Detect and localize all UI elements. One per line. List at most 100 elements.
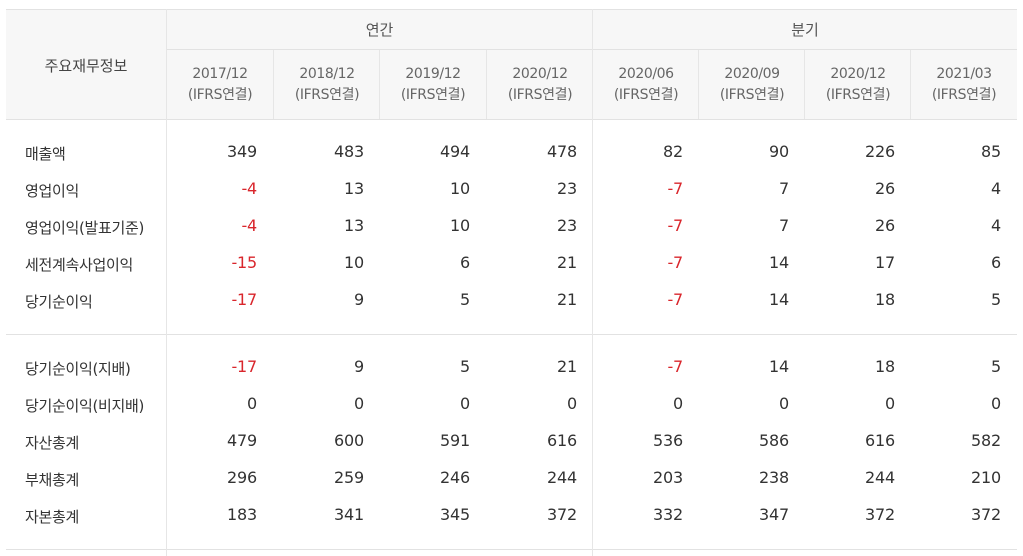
header-col-divider (910, 50, 911, 119)
table-cell: 23 (557, 179, 577, 198)
table-cell: 82 (663, 142, 683, 161)
table-cell: 372 (971, 505, 1001, 524)
table-cell: 85 (981, 142, 1001, 161)
row-label: 부채총계 (25, 471, 80, 489)
table-cell: 13 (344, 216, 364, 235)
header-col-divider (273, 50, 274, 119)
table-cell: 341 (334, 505, 364, 524)
table-cell: 183 (227, 505, 257, 524)
table-cell: -7 (667, 179, 683, 198)
table-cell: 494 (440, 142, 470, 161)
table-cell: -7 (667, 216, 683, 235)
table-cell: 18 (875, 357, 895, 376)
table-cell: 6 (991, 253, 1001, 272)
table-cell: 26 (875, 179, 895, 198)
table-cell: -4 (241, 179, 257, 198)
table-cell: 17 (875, 253, 895, 272)
table-cell: 5 (991, 290, 1001, 309)
table-cell: 14 (769, 357, 789, 376)
table-cell: 600 (334, 431, 364, 450)
table-cell: 483 (334, 142, 364, 161)
table-cell: 0 (991, 394, 1001, 413)
table-cell: 203 (653, 468, 683, 487)
table-cell: 18 (875, 290, 895, 309)
table-cell: 246 (440, 468, 470, 487)
table-cell: 372 (865, 505, 895, 524)
period-header: 2019/12 (IFRS연결) (380, 64, 486, 106)
period-basis: (IFRS연결) (294, 87, 360, 103)
period-header: 2020/09 (IFRS연결) (699, 64, 805, 106)
table-cell: 586 (759, 431, 789, 450)
table-cell: 4 (991, 216, 1001, 235)
table-cell: 5 (460, 357, 470, 376)
period-date: 2020/06 (618, 66, 674, 82)
table-cell: 226 (865, 142, 895, 161)
table-cell: 5 (991, 357, 1001, 376)
period-date: 2020/12 (830, 66, 886, 82)
table-cell: 349 (227, 142, 257, 161)
table-bottom-border (6, 549, 1017, 550)
label-column-divider (166, 9, 167, 556)
table-cell: 0 (779, 394, 789, 413)
row-label: 자본총계 (25, 508, 80, 526)
period-basis: (IFRS연결) (613, 87, 679, 103)
table-cell: 10 (344, 253, 364, 272)
period-header: 2021/03 (IFRS연결) (911, 64, 1017, 106)
header-col-divider (804, 50, 805, 119)
table-cell: 345 (440, 505, 470, 524)
table-cell: 210 (971, 468, 1001, 487)
period-basis: (IFRS연결) (507, 87, 573, 103)
header-col-divider (379, 50, 380, 119)
table-cell: 536 (653, 431, 683, 450)
table-cell: 0 (354, 394, 364, 413)
table-cell: -7 (667, 253, 683, 272)
period-header: 2017/12 (IFRS연결) (167, 64, 273, 106)
row-label: 당기순이익(비지배) (25, 397, 145, 415)
header-col-divider (698, 50, 699, 119)
row-label: 자산총계 (25, 434, 80, 452)
annual-quarterly-divider (592, 9, 593, 556)
period-date: 2017/12 (192, 66, 248, 82)
table-cell: 616 (865, 431, 895, 450)
table-cell: 478 (547, 142, 577, 161)
row-label: 세전계속사업이익 (25, 256, 134, 274)
table-cell: 7 (779, 179, 789, 198)
table-cell: 4 (991, 179, 1001, 198)
table-cell: 9 (354, 290, 364, 309)
table-cell: 591 (440, 431, 470, 450)
table-cell: -7 (667, 290, 683, 309)
period-header: 2020/12 (IFRS연결) (487, 64, 593, 106)
period-basis: (IFRS연결) (187, 87, 253, 103)
header-bottom-border (6, 119, 1017, 120)
header-top-border (6, 9, 1017, 10)
period-basis: (IFRS연결) (825, 87, 891, 103)
period-date: 2020/12 (512, 66, 568, 82)
table-cell: 347 (759, 505, 789, 524)
table-cell: 0 (673, 394, 683, 413)
table-cell: 0 (885, 394, 895, 413)
table-cell: 582 (971, 431, 1001, 450)
table-cell: -4 (241, 216, 257, 235)
table-cell: 296 (227, 468, 257, 487)
period-date: 2021/03 (936, 66, 992, 82)
table-cell: -17 (231, 357, 257, 376)
table-cell: 21 (557, 253, 577, 272)
period-date: 2019/12 (405, 66, 461, 82)
table-cell: 244 (547, 468, 577, 487)
table-cell: 238 (759, 468, 789, 487)
table-cell: 0 (567, 394, 577, 413)
row-label: 매출액 (25, 145, 66, 163)
table-cell: 7 (779, 216, 789, 235)
table-cell: 0 (460, 394, 470, 413)
table-cell: 10 (450, 179, 470, 198)
row-label: 당기순이익(지배) (25, 360, 131, 378)
table-cell: 616 (547, 431, 577, 450)
table-cell: -15 (231, 253, 257, 272)
table-cell: -17 (231, 290, 257, 309)
table-cell: 90 (769, 142, 789, 161)
period-basis: (IFRS연결) (400, 87, 466, 103)
table-cell: 5 (460, 290, 470, 309)
table-cell: 332 (653, 505, 683, 524)
table-cell: 21 (557, 357, 577, 376)
table-title: 주요재무정보 (44, 57, 128, 75)
